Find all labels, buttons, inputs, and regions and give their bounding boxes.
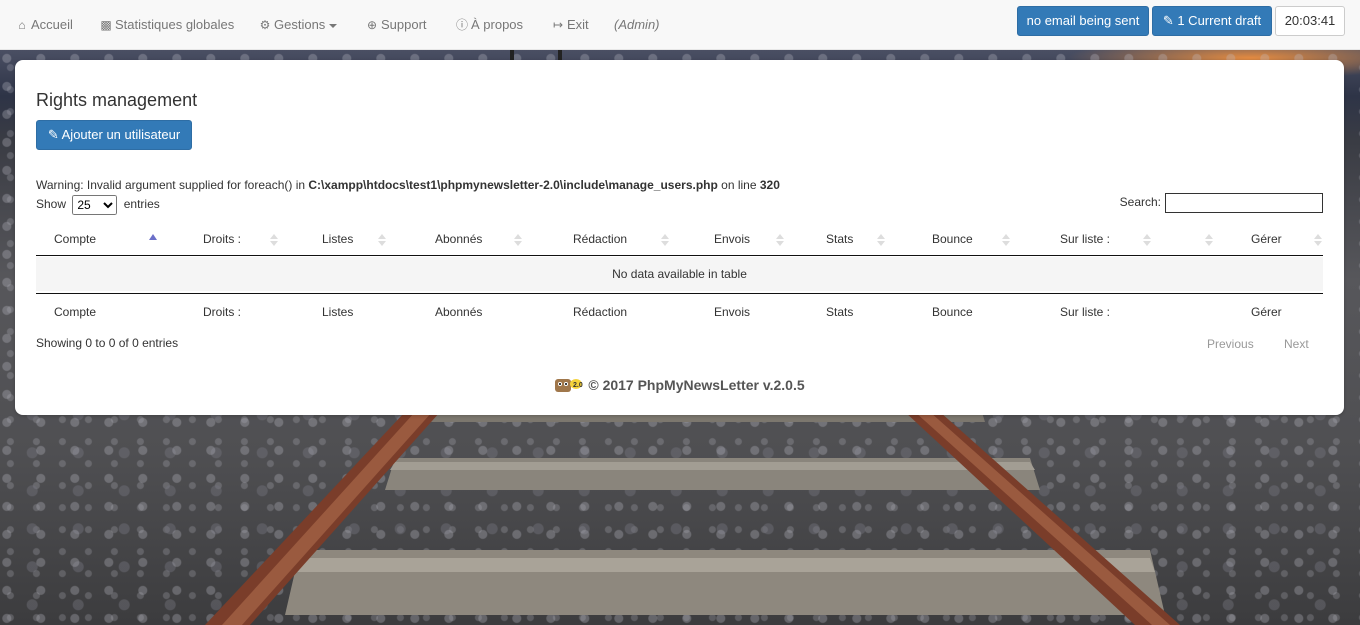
col-gerer[interactable]: Gérer — [1251, 223, 1282, 255]
sort-icon — [1002, 234, 1010, 246]
foot-abonnes: Abonnés — [435, 305, 483, 319]
foot-listes: Listes — [322, 305, 354, 319]
sort-asc-icon — [149, 234, 157, 240]
sort-icon — [514, 234, 522, 246]
nav-support-label: Support — [381, 17, 427, 32]
col-listes[interactable]: Listes — [322, 223, 353, 255]
sort-icon — [378, 234, 386, 246]
clock-display: 20:03:41 — [1275, 6, 1345, 36]
foot-bounce: Bounce — [932, 305, 973, 319]
home-icon: ⌂ — [18, 18, 26, 32]
bar-chart-icon: ▩ — [100, 18, 112, 32]
foot-droits: Droits : — [203, 305, 242, 319]
nav-stats-label: Statistiques globales — [115, 17, 235, 32]
next-button[interactable]: Next — [1284, 337, 1309, 351]
search-control: Search: — [1120, 193, 1323, 213]
sort-icon — [1143, 234, 1151, 246]
nav-stats-link[interactable]: ▩ Statistiques globales — [99, 0, 234, 50]
warning-suffix: on line — [717, 178, 760, 192]
add-user-label: Ajouter un utilisateur — [61, 127, 181, 142]
svg-text:2.0: 2.0 — [573, 382, 583, 389]
warning-path: C:\xampp\htdocs\test1\phpmynewsletter-2.… — [308, 178, 718, 192]
sort-icon — [776, 234, 784, 246]
foot-envois: Envois — [714, 305, 751, 319]
nav-about-label: À propos — [471, 17, 524, 32]
footer-copyright: © 2017 PhpMyNewsLetter v.2.0.5 — [588, 377, 805, 394]
info-icon: ⓘ — [455, 18, 468, 32]
foot-redaction: Rédaction — [573, 305, 628, 319]
nav-home-link[interactable]: ⌂ Accueil — [15, 0, 73, 50]
warning-line: 320 — [759, 178, 780, 192]
entries-select[interactable]: 25 — [72, 195, 118, 215]
nav-support-link[interactable]: ⊕ Support — [365, 0, 427, 50]
nav-about-link[interactable]: ⓘ À propos — [455, 0, 523, 50]
current-draft-label: 1 Current draft — [1177, 13, 1262, 28]
php-warning: Warning: Invalid argument supplied for f… — [36, 178, 780, 192]
sort-icon — [270, 234, 278, 246]
nav-home-label: Accueil — [31, 17, 73, 32]
top-navbar: ⌂ Accueil ▩ Statistiques globales ⚙ Gestion… — [0, 0, 1360, 50]
sort-icon — [1205, 234, 1213, 246]
page-title: Rights management — [36, 90, 198, 110]
empty-table-row: No data available in table — [36, 257, 1323, 291]
add-user-button[interactable]: ✎ Ajouter un utilisateur — [36, 120, 192, 150]
page-footer: 2.0 © 2017 PhpMyNewsLetter v.2.0.5 — [15, 375, 1344, 398]
current-draft-button[interactable]: ✎ 1 Current draft — [1152, 6, 1272, 36]
nav-exit-label: Exit — [567, 17, 589, 32]
nav-gestions-label: Gestions — [274, 17, 326, 32]
previous-button[interactable]: Previous — [1207, 337, 1254, 351]
plus-circle-icon: ⊕ — [366, 18, 378, 32]
col-bounce[interactable]: Bounce — [932, 223, 973, 255]
foot-stats: Stats — [826, 305, 854, 319]
col-sur-liste[interactable]: Sur liste : — [1060, 223, 1110, 255]
col-redaction[interactable]: Rédaction — [573, 223, 627, 255]
col-envois[interactable]: Envois — [714, 223, 750, 255]
pencil-icon: ✎ — [47, 127, 59, 142]
main-panel: Rights management ✎ Ajouter un utilisate… — [15, 60, 1344, 415]
nav-gestions-dropdown[interactable]: ⚙ Gestions — [258, 0, 338, 50]
table-header: Compte Droits : Listes Abonnés Rédaction… — [36, 223, 1323, 256]
entries-length-control: Show 25 entries — [36, 195, 160, 215]
col-stats[interactable]: Stats — [826, 223, 853, 255]
gear-icon: ⚙ — [259, 18, 271, 32]
search-label: Search: — [1119, 195, 1161, 210]
warning-prefix: Warning — [36, 178, 81, 192]
no-email-button[interactable]: no email being sent — [1017, 6, 1149, 36]
col-compte[interactable]: Compte — [54, 223, 96, 255]
foot-compte: Compte — [54, 305, 97, 319]
entries-label: entries — [123, 197, 160, 212]
table-info: Showing 0 to 0 of 0 entries — [36, 336, 179, 350]
foot-gerer: Gérer — [1251, 305, 1282, 319]
sort-icon — [1314, 234, 1322, 246]
sign-out-icon: ↦ — [552, 18, 564, 32]
sort-icon — [877, 234, 885, 246]
col-abonnes[interactable]: Abonnés — [435, 223, 482, 255]
search-input[interactable] — [1165, 193, 1323, 213]
nav-exit-link[interactable]: ↦ Exit — [551, 0, 589, 50]
col-droits[interactable]: Droits : — [203, 223, 241, 255]
admin-label: (Admin) — [614, 17, 660, 32]
sort-icon — [661, 234, 669, 246]
warning-text: : Invalid argument supplied for foreach(… — [80, 178, 309, 192]
chevron-down-icon — [329, 23, 338, 28]
show-label: Show — [36, 197, 67, 212]
phpmynewsletter-logo-icon: 2.0 — [554, 375, 584, 398]
pencil-icon: ✎ — [1162, 13, 1174, 28]
table-footer: Compte Droits : Listes Abonnés Rédaction… — [36, 293, 1323, 326]
foot-sur-liste: Sur liste : — [1060, 305, 1111, 319]
